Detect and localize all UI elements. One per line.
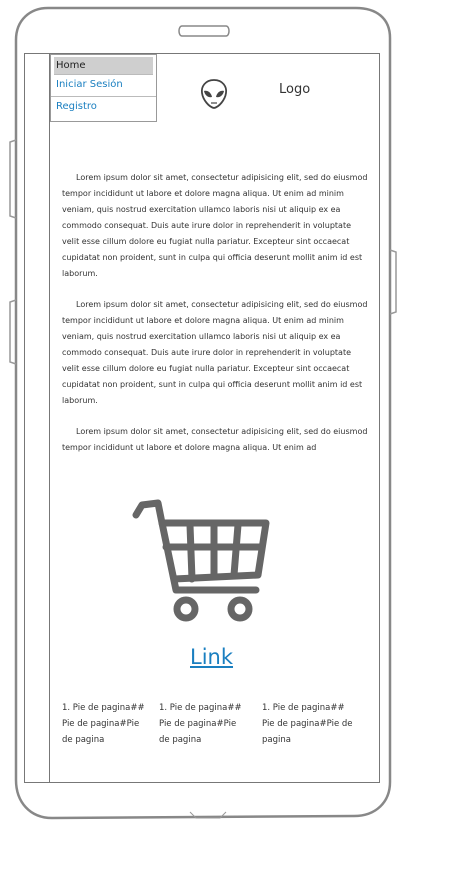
paragraph: Lorem ipsum dolor sit amet, consectetur …	[62, 427, 368, 452]
nav-menu: Home Iniciar Sesión Registro	[50, 54, 157, 122]
main-content: Lorem ipsum dolor sit amet, consectetur …	[62, 170, 368, 455]
logo-text: Logo	[279, 82, 311, 97]
footer-column-2: 1. Pie de pagina## Pie de pagina#Pie de …	[159, 703, 242, 745]
alien-icon	[200, 79, 228, 109]
sidebar-divider	[49, 53, 50, 783]
menu-item-iniciar-sesion[interactable]: Iniciar Sesión	[51, 75, 156, 97]
paragraph: Lorem ipsum dolor sit amet, consectetur …	[62, 300, 368, 405]
menu-item-home[interactable]: Home	[54, 57, 153, 75]
main-link[interactable]: Link	[190, 645, 233, 669]
shopping-cart-icon	[132, 499, 270, 622]
footer-column-3: 1. Pie de pagina## Pie de pagina#Pie de …	[262, 703, 353, 745]
paragraph: Lorem ipsum dolor sit amet, consectetur …	[62, 173, 368, 278]
footer-column-1: 1. Pie de pagina## Pie de pagina#Pie de …	[62, 703, 145, 745]
menu-item-registro[interactable]: Registro	[51, 97, 156, 119]
